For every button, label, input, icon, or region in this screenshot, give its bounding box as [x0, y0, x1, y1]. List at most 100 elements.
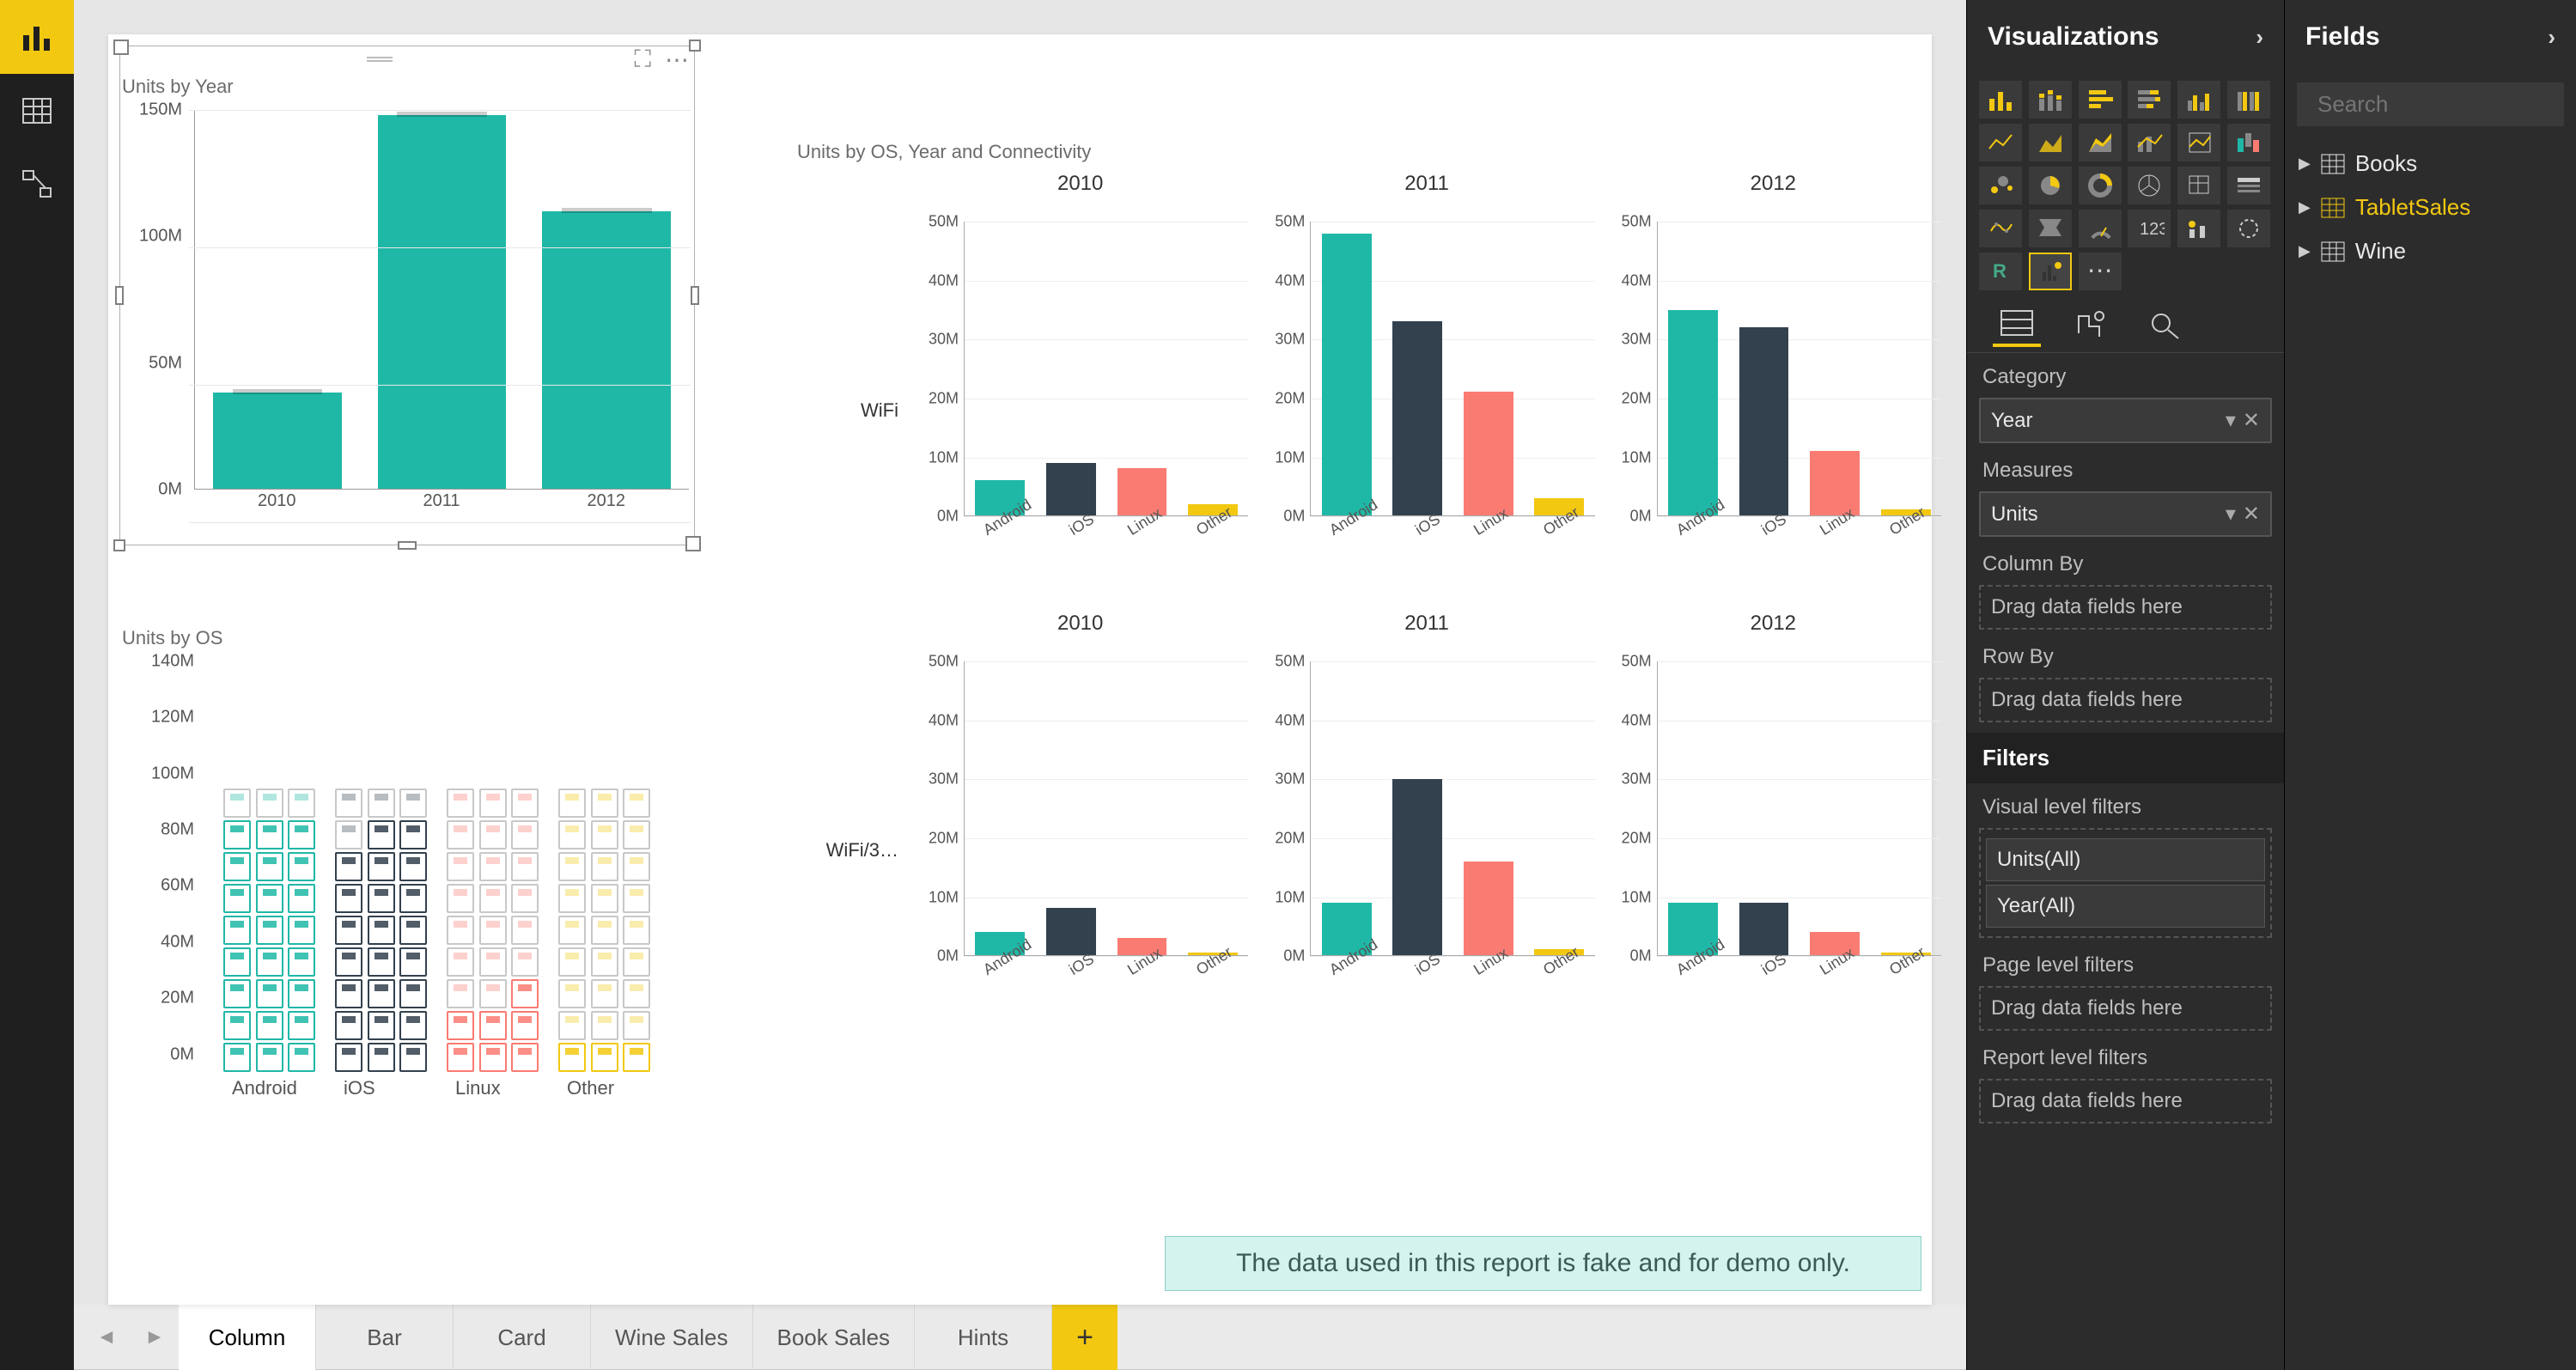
resize-handle[interactable]	[398, 541, 417, 550]
filter-chip[interactable]: Year(All)	[1986, 885, 2265, 928]
dropzone-report-filters[interactable]: Drag data fields here	[1979, 1079, 2272, 1123]
nav-report[interactable]	[0, 0, 74, 74]
viz-type-tile[interactable]	[2029, 81, 2072, 119]
more-options-icon[interactable]: ⋯	[665, 46, 689, 74]
pictogram-icon	[223, 1011, 251, 1040]
tab-next-button[interactable]: ►	[131, 1305, 179, 1370]
bar[interactable]	[1322, 234, 1372, 516]
resize-handle[interactable]	[113, 539, 125, 551]
viz-type-tile[interactable]: 123	[2128, 210, 2171, 247]
report-canvas[interactable]: ⛶ ⋯ Units by Year 0M50M100M150M 20102011…	[108, 34, 1932, 1305]
pictogram-icon	[623, 947, 650, 977]
viz-type-tile[interactable]	[2177, 210, 2220, 247]
pictogram-icon	[288, 1043, 315, 1072]
tab-prev-button[interactable]: ◄	[82, 1305, 131, 1370]
focus-mode-icon[interactable]: ⛶	[634, 46, 651, 74]
viz-type-tile[interactable]	[2227, 210, 2270, 247]
well-category[interactable]: Year ▾ ✕	[1979, 398, 2272, 443]
viz-type-tile[interactable]	[2128, 167, 2171, 204]
pictogram-icon	[591, 1011, 618, 1040]
bar[interactable]	[1739, 327, 1789, 515]
fields-table-item[interactable]: ▶Books	[2285, 142, 2576, 186]
viz-type-tile[interactable]	[2079, 167, 2122, 204]
viz-more-button[interactable]: ⋯	[2079, 253, 2122, 290]
bar[interactable]	[213, 393, 342, 489]
pictogram-icon	[511, 1043, 539, 1072]
bar[interactable]	[1668, 310, 1718, 516]
y-tick: 150M	[139, 100, 182, 120]
viz-type-tile[interactable]	[2079, 124, 2122, 161]
viz-type-tile[interactable]	[2128, 81, 2171, 119]
viz-type-tile[interactable]	[2029, 124, 2072, 161]
viz-type-tile[interactable]	[1979, 124, 2022, 161]
bar[interactable]	[1392, 779, 1442, 955]
clear-icon[interactable]: ✕	[2243, 502, 2260, 527]
filter-chip[interactable]: Units(All)	[1986, 838, 2265, 881]
visualizations-header[interactable]: Visualizations ›	[1967, 0, 2284, 74]
viz-type-tile[interactable]	[2227, 81, 2270, 119]
bar[interactable]	[542, 211, 671, 489]
fields-tab[interactable]	[1993, 302, 2041, 347]
pictogram-icon	[368, 852, 395, 881]
fields-table-item[interactable]: ▶Wine	[2285, 229, 2576, 273]
viz-type-tile[interactable]	[2029, 253, 2072, 290]
visual-units-by-os[interactable]: Units by OS 0M20M40M60M80M100M120M140MAn…	[120, 624, 747, 1122]
pictogram-icon	[256, 979, 283, 1008]
viz-type-tile[interactable]	[2177, 124, 2220, 161]
analytics-tab[interactable]	[2141, 302, 2189, 347]
fields-table-item[interactable]: ▶TabletSales	[2285, 186, 2576, 229]
bar[interactable]	[1392, 321, 1442, 515]
x-label: 2010	[258, 491, 296, 522]
viz-type-tile[interactable]	[2029, 210, 2072, 247]
page-tab[interactable]: Bar	[316, 1305, 454, 1370]
svg-text:R: R	[1993, 260, 2007, 282]
visual-units-by-year[interactable]: ⛶ ⋯ Units by Year 0M50M100M150M 20102011…	[120, 46, 694, 545]
add-page-button[interactable]: +	[1052, 1305, 1117, 1370]
bar[interactable]	[1046, 908, 1096, 955]
bar[interactable]	[1464, 392, 1513, 515]
viz-type-tile[interactable]	[2227, 167, 2270, 204]
page-tab[interactable]: Wine Sales	[591, 1305, 753, 1370]
viz-type-tile[interactable]	[2177, 81, 2220, 119]
bar[interactable]	[1739, 903, 1789, 956]
page-tab[interactable]: Book Sales	[753, 1305, 916, 1370]
field-label: TabletSales	[2355, 194, 2470, 221]
resize-handle[interactable]	[115, 286, 124, 305]
bar[interactable]	[1046, 463, 1096, 516]
pictogram-icon	[623, 789, 650, 818]
page-tab[interactable]: Column	[179, 1305, 316, 1370]
resize-handle[interactable]	[691, 286, 699, 305]
dropzone-row-by[interactable]: Drag data fields here	[1979, 678, 2272, 722]
nav-data[interactable]	[0, 74, 74, 148]
viz-type-tile[interactable]	[2227, 124, 2270, 161]
viz-type-tile[interactable]	[2128, 124, 2171, 161]
search-field[interactable]	[2317, 91, 2576, 118]
viz-type-tile[interactable]	[1979, 81, 2022, 119]
nav-model[interactable]	[0, 148, 74, 222]
well-measures[interactable]: Units ▾ ✕	[1979, 491, 2272, 537]
page-tab[interactable]: Hints	[915, 1305, 1052, 1370]
viz-type-tile[interactable]	[2029, 167, 2072, 204]
clear-icon[interactable]: ✕	[2243, 408, 2260, 433]
viz-type-tile[interactable]	[1979, 167, 2022, 204]
viz-type-tile[interactable]	[2079, 210, 2122, 247]
viz-type-tile[interactable]	[2177, 167, 2220, 204]
dropzone-page-filters[interactable]: Drag data fields here	[1979, 986, 2272, 1031]
viz-type-tile[interactable]	[2079, 81, 2122, 119]
dropzone-column-by[interactable]: Drag data fields here	[1979, 585, 2272, 630]
visual-small-multiples[interactable]: Units by OS, Year and Connectivity 20102…	[795, 137, 1946, 1039]
format-tab[interactable]	[2067, 302, 2115, 347]
bar[interactable]	[1464, 862, 1513, 956]
fields-header[interactable]: Fields ›	[2285, 0, 2576, 74]
bar[interactable]	[378, 115, 507, 489]
chart-title: Units by OS	[120, 624, 747, 661]
search-input[interactable]	[2297, 82, 2564, 126]
viz-type-tile[interactable]: R	[1979, 253, 2022, 290]
bar[interactable]	[1117, 468, 1167, 515]
page-tab[interactable]: Card	[454, 1305, 591, 1370]
pictogram-icon	[511, 947, 539, 977]
viz-type-tile[interactable]	[1979, 210, 2022, 247]
bar[interactable]	[1810, 451, 1860, 515]
resize-handle[interactable]	[689, 40, 701, 52]
drag-handle-icon[interactable]	[367, 57, 393, 62]
